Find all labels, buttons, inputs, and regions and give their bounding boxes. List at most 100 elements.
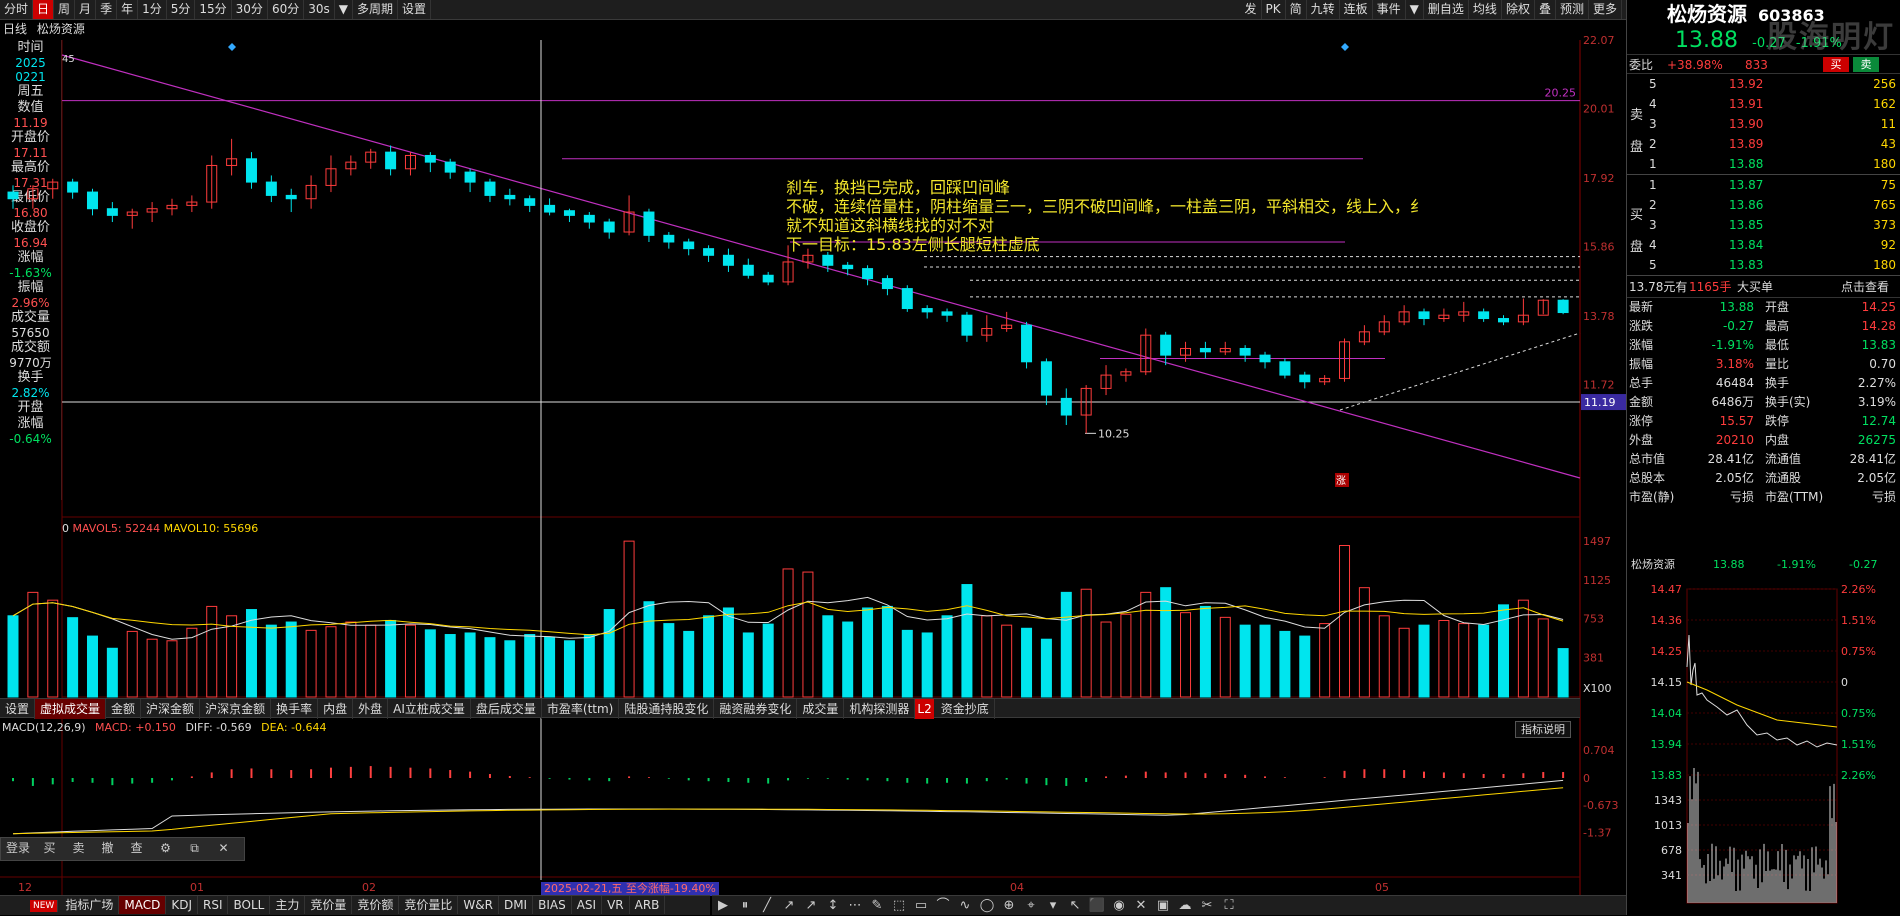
stats-label: 流通股 (1765, 471, 1802, 485)
candle-body (941, 311, 953, 316)
bottom-tab-12[interactable]: BIAS (533, 896, 572, 914)
candle-body (1478, 311, 1490, 320)
draw-tool-icon[interactable]: ⋯ (844, 896, 866, 916)
indicator-tab-3[interactable]: 沪深金额 (141, 699, 201, 719)
bottom-tab-14[interactable]: VR (602, 896, 630, 914)
draw-tool-icon[interactable]: ▭ (910, 896, 932, 916)
indicator-tab-15[interactable]: 资金抄底 (936, 699, 995, 719)
annotation-text: 刹车，换挡已完成，回踩凹间峰 不破，连续倍量柱，阴柱缩量三一，三阴不破凹间峰，一柱… (786, 178, 1576, 254)
volume-bar (862, 607, 874, 698)
volume-bar (901, 629, 913, 698)
draw-tool-icon[interactable]: ⛶ (1218, 896, 1240, 916)
bottom-tab-10[interactable]: W&R (458, 896, 499, 914)
bottom-tab-7[interactable]: 竞价量 (305, 896, 353, 914)
draw-tool-icon[interactable]: ▾ (1042, 896, 1064, 916)
volume-bar (47, 599, 59, 698)
bids-level-row[interactable]: 2 13.86 765 (1627, 195, 1900, 215)
mini-left-axis: 1343 (1654, 794, 1682, 807)
draw-tool-icon[interactable]: ↗ (800, 896, 822, 916)
annotation-line: 不破，连续倍量柱，阴柱缩量三一，三阴不破凹间峰，一柱盖三阴，平斜相交，线上入，纟 (786, 197, 1427, 216)
float-toolbar-item-3[interactable]: 撤 (93, 838, 122, 858)
indicator-tab-13[interactable]: 成交量 (797, 699, 845, 719)
indicator-tab-5[interactable]: 换手率 (271, 699, 319, 719)
float-toolbar-item-5[interactable]: ⚙ (151, 838, 180, 858)
draw-tool-icon[interactable]: ∿ (954, 896, 976, 916)
draw-tool-icon[interactable]: ▣ (1152, 896, 1174, 916)
bottom-tab-4[interactable]: RSI (198, 896, 229, 914)
asks-level-row[interactable]: 1 13.88 180 (1627, 154, 1900, 174)
bottom-tab-13[interactable]: ASI (572, 896, 603, 914)
bottom-tab-5[interactable]: BOLL (228, 896, 271, 914)
draw-tool-icon[interactable]: ⬛ (1086, 896, 1108, 916)
draw-tool-icon[interactable]: ◉ (1108, 896, 1130, 916)
bottom-tab-6[interactable]: 主力 (270, 896, 306, 914)
draw-tool-icon[interactable]: ⬚ (888, 896, 910, 916)
draw-tool-icon[interactable]: ↕ (822, 896, 844, 916)
draw-tool-icon[interactable]: ✕ (1130, 896, 1152, 916)
bottom-tab-8[interactable]: 竞价额 (352, 896, 400, 914)
asks-level-row[interactable]: 5 13.92 256 (1627, 74, 1900, 94)
float-toolbar-item-0[interactable]: 登录 (1, 838, 35, 858)
asks-level-row[interactable]: 3 13.90 11 (1627, 114, 1900, 134)
bids-level-row[interactable]: 1 13.87 75 (1627, 175, 1900, 195)
level-index: 4 (1649, 238, 1657, 252)
bottom-tab-1[interactable]: 指标广场 (60, 896, 120, 914)
big-order-link[interactable]: 点击查看 (1841, 276, 1889, 298)
bottom-tab-0[interactable]: NEW (30, 899, 59, 912)
draw-tool-icon[interactable]: ╱ (756, 896, 778, 916)
main-chart[interactable]: 22.07 20.01 17.92 15.86 13.78 11.72 20.25 11.19… (0, 0, 1626, 915)
float-toolbar-item-2[interactable]: 卖 (64, 838, 93, 858)
bids-level-row[interactable]: 3 13.85 373 (1627, 215, 1900, 235)
draw-tool-icon[interactable]: ▶ (712, 896, 734, 916)
draw-tool-icon[interactable]: ◯ (976, 896, 998, 916)
draw-tool-icon[interactable]: ↗ (778, 896, 800, 916)
mini-left-axis: 13.83 (1651, 769, 1683, 782)
bottom-tab-3[interactable]: KDJ (166, 896, 198, 914)
draw-tool-icon[interactable]: ↖ (1064, 896, 1086, 916)
stats-value: 0.70 (1869, 357, 1896, 371)
float-toolbar-item-1[interactable]: 买 (35, 838, 64, 858)
bids-level-row[interactable]: 5 13.83 180 (1627, 255, 1900, 275)
indicator-tab-6[interactable]: 内盘 (318, 699, 354, 719)
volume-bar (703, 615, 715, 698)
bottom-tab-9[interactable]: 竞价量比 (399, 896, 459, 914)
mini-intraday-chart[interactable]: 14.47 14.36 14.25 14.15 14.04 13.94 13.83 1343 1… (1627, 575, 1900, 915)
draw-tool-icon[interactable]: ⊕ (998, 896, 1020, 916)
bids-level-row[interactable]: 4 13.84 92 (1627, 235, 1900, 255)
candle-body (961, 314, 973, 336)
bottom-tab-15[interactable]: ARB (630, 896, 666, 914)
volume-bar (643, 601, 655, 698)
draw-tool-icon[interactable]: ☁ (1174, 896, 1196, 916)
indicator-tab-11[interactable]: 陆股通持股变化 (619, 699, 715, 719)
asks-level-row[interactable]: 2 13.89 43 (1627, 134, 1900, 154)
indicator-tab-9[interactable]: 盘后成交量 (471, 699, 542, 719)
buy-button[interactable]: 买 (1823, 57, 1849, 72)
candle-body (1239, 347, 1251, 356)
indicator-tab-1[interactable]: 虚拟成交量 (35, 699, 107, 719)
float-toolbar-item-4[interactable]: 查 (122, 838, 151, 858)
indicator-tab-12[interactable]: 融资融券变化 (714, 699, 798, 719)
float-toolbar-item-7[interactable]: ✕ (209, 838, 238, 858)
bottom-tab-2[interactable]: MACD (119, 896, 167, 914)
indicator-tab-4[interactable]: 沪深京金额 (200, 699, 272, 719)
indicator-help-button[interactable]: 指标说明 (1515, 721, 1571, 738)
indicator-tab-7[interactable]: 外盘 (353, 699, 389, 719)
indicator-tab-2[interactable]: 金额 (106, 699, 142, 719)
candle-body (643, 211, 655, 236)
indicator-tab-14[interactable]: 机构探测器 (844, 699, 916, 719)
draw-tool-icon[interactable]: ⌖ (1020, 896, 1042, 916)
sell-button[interactable]: 卖 (1853, 57, 1879, 72)
bottom-tab-11[interactable]: DMI (499, 896, 534, 914)
volume-bar (424, 629, 436, 698)
draw-tool-icon[interactable]: ⌒ (932, 896, 954, 916)
float-toolbar-item-6[interactable]: ⧉ (180, 838, 209, 858)
indicator-tab-0[interactable]: 设置 (0, 699, 36, 719)
draw-tool-icon[interactable]: ✎ (866, 896, 888, 916)
volume-bar (921, 632, 933, 698)
draw-tool-icon[interactable]: ⏸ (734, 896, 756, 916)
candle-body (1299, 374, 1311, 383)
asks-level-row[interactable]: 4 13.91 162 (1627, 94, 1900, 114)
draw-tool-icon[interactable]: ✂ (1196, 896, 1218, 916)
indicator-tab-10[interactable]: 市盈率(ttm) (542, 699, 620, 719)
indicator-tab-8[interactable]: AI立桩成交量 (388, 699, 471, 719)
